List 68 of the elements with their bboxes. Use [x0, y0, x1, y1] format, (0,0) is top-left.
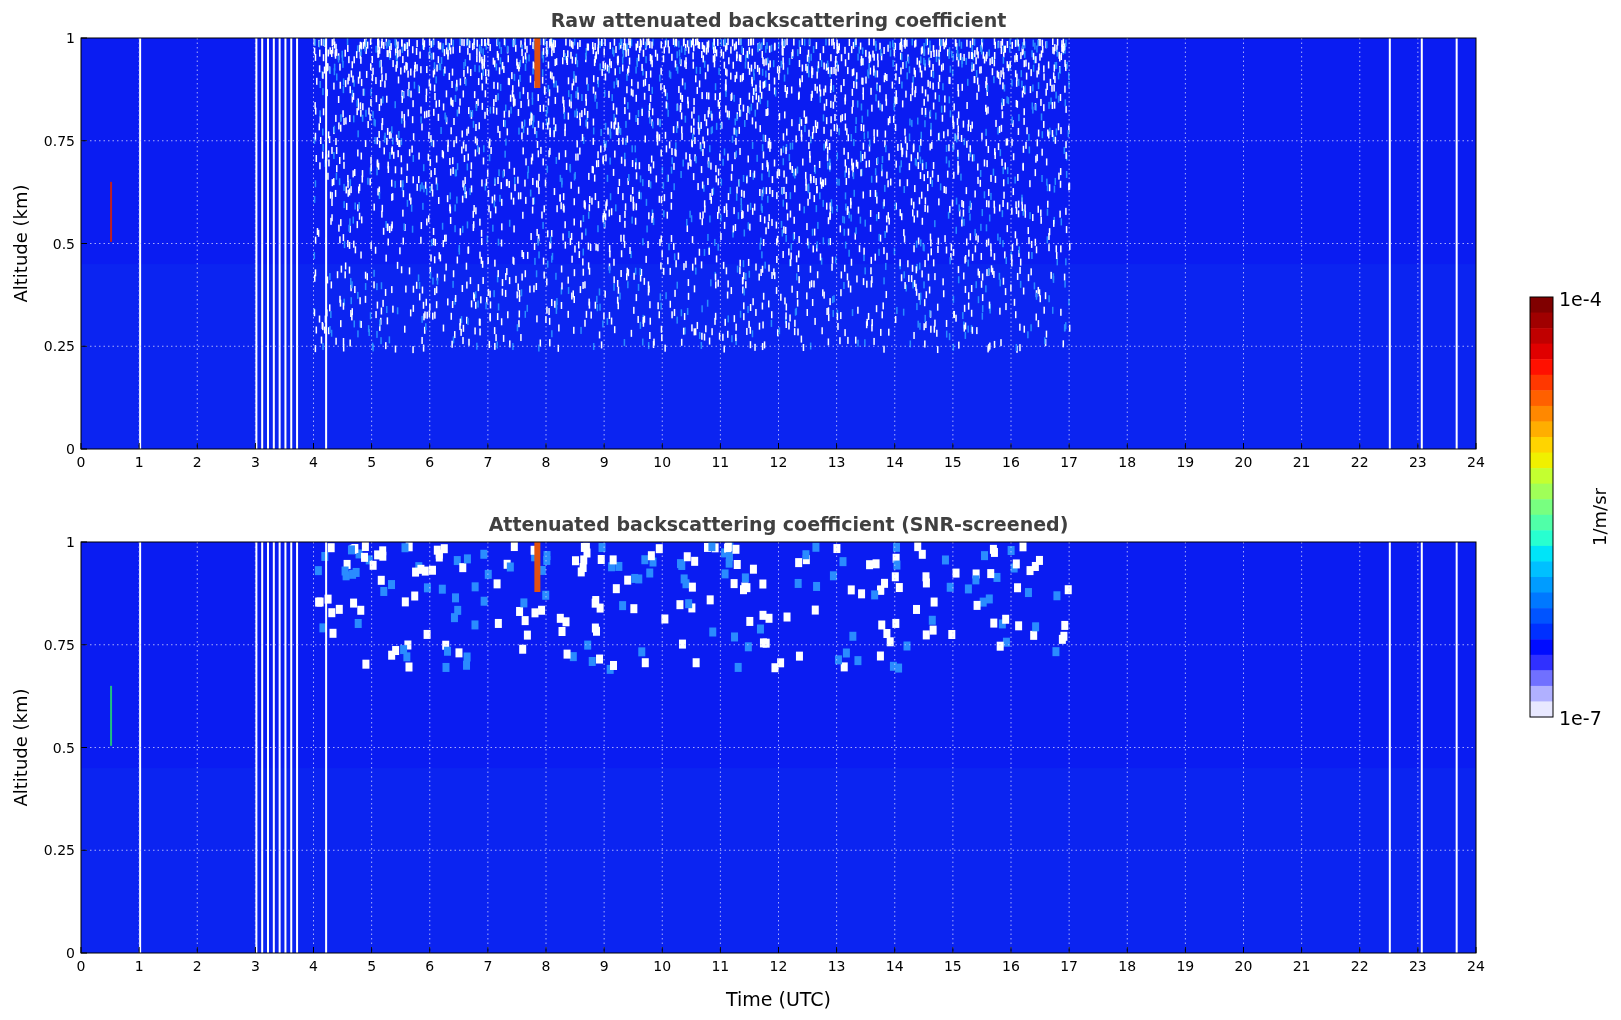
- tick-label: 14: [885, 958, 904, 974]
- tick-label: 7: [483, 454, 493, 470]
- colorbar-label: 1e-7: [1559, 707, 1602, 729]
- tick-label: 3: [250, 454, 260, 470]
- chart-title: Raw attenuated backscattering coefficient: [550, 9, 1007, 31]
- colorbar-label: 1e-4: [1559, 288, 1602, 310]
- tick-label: 8: [541, 454, 551, 470]
- tick-label: 19: [1176, 958, 1195, 974]
- tick-label: 5: [367, 958, 377, 974]
- tick-label: 17: [1060, 454, 1079, 470]
- tick-label: 11: [711, 958, 730, 974]
- axis-title: Altitude (km): [10, 184, 31, 303]
- tick-label: 21: [1292, 454, 1311, 470]
- tick-label: 14: [885, 454, 904, 470]
- tick-label: 6: [425, 454, 435, 470]
- tick-label: 2: [192, 454, 202, 470]
- tick-label: 16: [1002, 454, 1020, 470]
- tick-label: 1: [134, 958, 144, 974]
- tick-label: 0.75: [43, 132, 75, 149]
- tick-label: 20: [1234, 454, 1253, 470]
- tick-label: 24: [1467, 454, 1485, 470]
- tick-label: 19: [1176, 454, 1195, 470]
- tick-label: 13: [827, 958, 846, 974]
- tick-label: 0: [76, 958, 86, 974]
- tick-label: 23: [1408, 454, 1427, 470]
- tick-label: 20: [1234, 958, 1253, 974]
- axis-title: 1/m/sr: [1589, 488, 1610, 546]
- tick-label: 12: [769, 454, 788, 470]
- tick-label: 10: [653, 958, 672, 974]
- tick-label: 1: [66, 30, 75, 46]
- tick-label: 17: [1060, 958, 1079, 974]
- tick-label: 24: [1467, 958, 1485, 974]
- tick-label: 23: [1408, 958, 1427, 974]
- chart-title: Attenuated backscattering coefficient (SNR-screened): [488, 513, 1069, 535]
- tick-label: 0.5: [52, 739, 75, 756]
- tick-label: 18: [1118, 454, 1137, 470]
- tick-label: 3: [250, 958, 260, 974]
- tick-label: 10: [653, 454, 672, 470]
- tick-label: 6: [425, 958, 435, 974]
- axis-title: Time (UTC): [726, 988, 831, 1010]
- tick-label: 15: [943, 958, 962, 974]
- tick-label: 0.5: [52, 235, 75, 252]
- tick-label: 0: [76, 454, 86, 470]
- tick-label: 22: [1350, 454, 1369, 470]
- tick-label: 9: [599, 454, 609, 470]
- tick-label: 8: [541, 958, 551, 974]
- tick-label: 15: [943, 454, 962, 470]
- tick-label: 18: [1118, 958, 1137, 974]
- tick-label: 22: [1350, 958, 1369, 974]
- tick-label: 0: [66, 441, 75, 457]
- tick-label: 0: [66, 945, 75, 961]
- tick-label: 1: [66, 534, 75, 550]
- tick-label: 0.25: [43, 338, 75, 355]
- tick-label: 13: [827, 454, 846, 470]
- tick-label: 11: [711, 454, 730, 470]
- axis-title: Altitude (km): [10, 688, 31, 807]
- tick-label: 9: [599, 958, 609, 974]
- tick-label: 2: [192, 958, 202, 974]
- tick-label: 0.75: [43, 636, 75, 653]
- tick-label: 0.25: [43, 842, 75, 859]
- tick-label: 4: [309, 454, 318, 470]
- tick-label: 16: [1002, 958, 1020, 974]
- tick-label: 4: [309, 958, 318, 974]
- tick-label: 12: [769, 958, 788, 974]
- tick-label: 1: [134, 454, 144, 470]
- tick-label: 7: [483, 958, 493, 974]
- tick-label: 21: [1292, 958, 1311, 974]
- tick-label: 5: [367, 454, 377, 470]
